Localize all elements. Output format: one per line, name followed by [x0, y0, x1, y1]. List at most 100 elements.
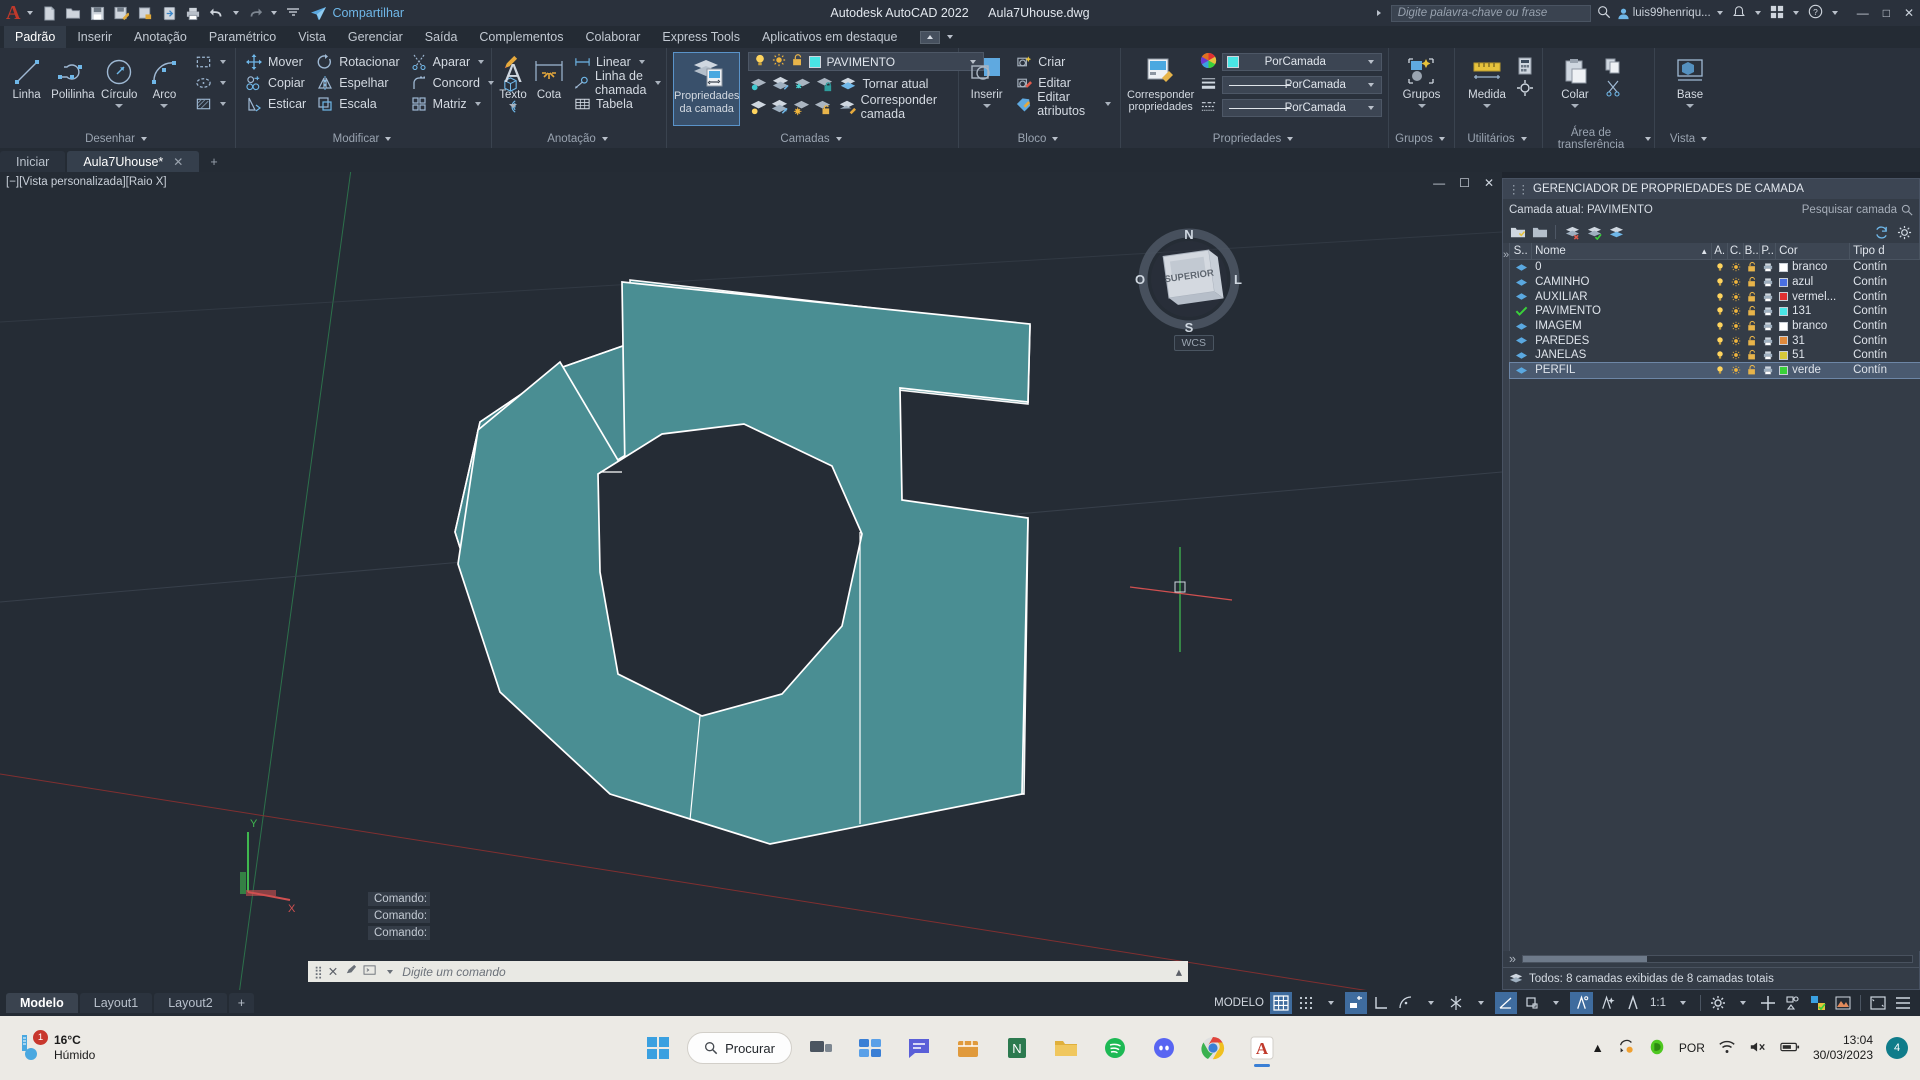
dynamic-input-toggle[interactable] — [1622, 992, 1644, 1014]
save-icon[interactable] — [86, 3, 108, 23]
search-expand-icon[interactable] — [1376, 10, 1381, 16]
user-account-button[interactable]: luis99henriqu... — [1617, 7, 1726, 20]
palette-horizontal-scroll[interactable]: » — [1503, 951, 1919, 967]
layer-color[interactable]: vermel... — [1776, 289, 1850, 304]
isodraft-toggle[interactable] — [1445, 992, 1467, 1014]
tool-circulo[interactable]: Círculo — [99, 52, 140, 108]
atributos-dropdown-icon[interactable] — [1105, 102, 1111, 106]
ribbon-tab-padrao[interactable]: Padrão — [4, 26, 67, 48]
tool-linha-chamada[interactable]: Linha de chamada — [570, 69, 664, 97]
app-menu-button[interactable]: A — [4, 3, 22, 23]
tool-medida[interactable]: Medida — [1461, 52, 1513, 108]
layer-freeze-toggle[interactable] — [1728, 319, 1744, 334]
ucs-indicator[interactable]: WCS — [1173, 335, 1214, 351]
ribbon-tab-express-tools[interactable]: Express Tools — [651, 26, 751, 48]
layer-row[interactable]: IMAGEM branco Contín — [1510, 319, 1920, 334]
layer-freeze-toggle[interactable] — [1728, 304, 1744, 319]
tab-modelo[interactable]: Modelo — [6, 993, 78, 1013]
layer-linetype[interactable]: Contín — [1850, 348, 1920, 363]
command-line[interactable]: ⣿ ✕ Digite um comando ▴ — [308, 961, 1188, 982]
model-space-button[interactable]: MODELO — [1211, 992, 1267, 1014]
tool-grupo[interactable]: Grupos — [1396, 52, 1448, 108]
tool-escala[interactable]: Escala — [313, 94, 402, 114]
clean-screen-icon[interactable] — [1867, 992, 1889, 1014]
layer-plot-toggle[interactable] — [1760, 260, 1776, 275]
palette-grip-icon[interactable]: ⋮⋮ — [1508, 182, 1529, 196]
layer-states-icon[interactable] — [1607, 224, 1624, 241]
autocad-icon[interactable]: A — [1242, 1028, 1282, 1068]
layer-thaw-sun-icon[interactable] — [772, 53, 786, 70]
layer-search-box[interactable]: Pesquisar camada — [1802, 204, 1913, 216]
texto-dropdown-icon[interactable] — [509, 104, 517, 108]
color-wheel-icon[interactable] — [1200, 52, 1217, 72]
layer-on-toggle[interactable] — [1712, 260, 1728, 275]
linear-dropdown-icon[interactable] — [638, 60, 645, 64]
tool-tabela[interactable]: Tabela — [570, 94, 664, 114]
layer-color[interactable]: azul — [1776, 275, 1850, 290]
layer-name[interactable]: JANELAS — [1532, 348, 1712, 363]
layer-freeze-toggle[interactable] — [1728, 260, 1744, 275]
layer-linetype[interactable]: Contín — [1850, 304, 1920, 319]
help-icon[interactable]: ? — [1808, 4, 1823, 22]
layer-on-toggle[interactable] — [1712, 289, 1728, 304]
drawing-views-icon[interactable] — [1832, 992, 1854, 1014]
layer-plot-toggle[interactable] — [1760, 333, 1776, 348]
layer-name[interactable]: PAREDES — [1532, 333, 1712, 348]
filter-tree-collapse[interactable]: » — [1503, 243, 1511, 951]
viewport-label[interactable]: [−][Vista personalizada][Raio X] — [6, 176, 167, 188]
fullscreen-cross-icon[interactable] — [1757, 992, 1779, 1014]
app-switcher-icon[interactable] — [1770, 5, 1784, 22]
tab-layout2[interactable]: Layout2 — [154, 993, 227, 1013]
layer-on-toggle[interactable] — [1712, 348, 1728, 363]
col-linetype[interactable]: Tipo d — [1850, 242, 1920, 260]
share-button[interactable]: Compartilhar — [310, 6, 404, 21]
doc-tab-close-icon[interactable]: ✕ — [173, 155, 183, 169]
set-current-icon[interactable] — [1585, 224, 1602, 241]
layer-linetype[interactable]: Contín — [1850, 260, 1920, 275]
layer-row[interactable]: AUXILIAR vermel... Contín — [1510, 289, 1920, 304]
chrome-icon[interactable] — [1193, 1028, 1233, 1068]
col-plot[interactable]: P.. — [1760, 242, 1777, 260]
layer-on-toggle[interactable] — [1712, 319, 1728, 334]
cut-clip-icon[interactable] — [1603, 78, 1623, 98]
ribbon-minimize-icon[interactable] — [920, 30, 941, 44]
linetype-property-combo[interactable]: PorCamada — [1222, 99, 1383, 117]
base-dropdown-icon[interactable] — [1686, 104, 1694, 108]
layer-status-icon[interactable] — [1510, 348, 1532, 363]
layer-table[interactable]: S.. Nome ▲ A. C. B.. P.. Cor Tipo d 0 bran… — [1509, 242, 1920, 951]
layer-color[interactable]: branco — [1776, 260, 1850, 275]
layer-thaw-icon[interactable] — [792, 97, 812, 117]
tool-cota[interactable]: Cota — [532, 52, 566, 102]
layer-lock-toggle[interactable] — [1744, 275, 1760, 290]
plot-preview-icon[interactable] — [134, 3, 156, 23]
tool-rectangle[interactable] — [191, 52, 229, 72]
layer-row[interactable]: CAMINHO azul Contín — [1510, 275, 1920, 290]
ribbon-minimize-caret-icon[interactable] — [947, 35, 954, 39]
tool-copiar[interactable]: Copiar — [242, 73, 309, 93]
layer-linetype[interactable]: Contín — [1850, 275, 1920, 290]
chat-icon[interactable] — [899, 1028, 939, 1068]
undo-icon[interactable] — [206, 3, 228, 23]
doc-tab-iniciar[interactable]: Iniciar — [0, 151, 66, 172]
layer-plot-toggle[interactable] — [1760, 304, 1776, 319]
circulo-dropdown-icon[interactable] — [115, 104, 124, 108]
command-line-grip-icon[interactable]: ⣿ — [314, 965, 323, 979]
layer-status-icon[interactable] — [1510, 333, 1532, 348]
linewidth-icon[interactable] — [1200, 75, 1217, 95]
layer-lock-toggle[interactable] — [1744, 304, 1760, 319]
dynamic-ucs-toggle[interactable] — [1596, 992, 1619, 1014]
layer-lock-toggle[interactable] — [1744, 348, 1760, 363]
help-bell-icon[interactable] — [1732, 5, 1746, 22]
layer-on-bulb-icon[interactable] — [753, 53, 767, 70]
tab-add-layout[interactable]: + — [228, 993, 255, 1013]
notepad-icon[interactable]: N — [997, 1028, 1037, 1068]
layer-unlock-icon[interactable] — [791, 53, 804, 70]
switcher-caret-icon[interactable] — [1792, 11, 1799, 15]
tool-ellipse[interactable] — [191, 73, 229, 93]
layer-off-icon[interactable] — [748, 74, 768, 94]
close-button[interactable]: ✕ — [1904, 6, 1914, 20]
tool-editar-atributos[interactable]: Editar atributos — [1012, 90, 1114, 118]
layer-freeze-toggle[interactable] — [1728, 275, 1744, 290]
viewport-minimize-button[interactable]: — — [1433, 176, 1445, 190]
layer-color[interactable]: branco — [1776, 319, 1850, 334]
